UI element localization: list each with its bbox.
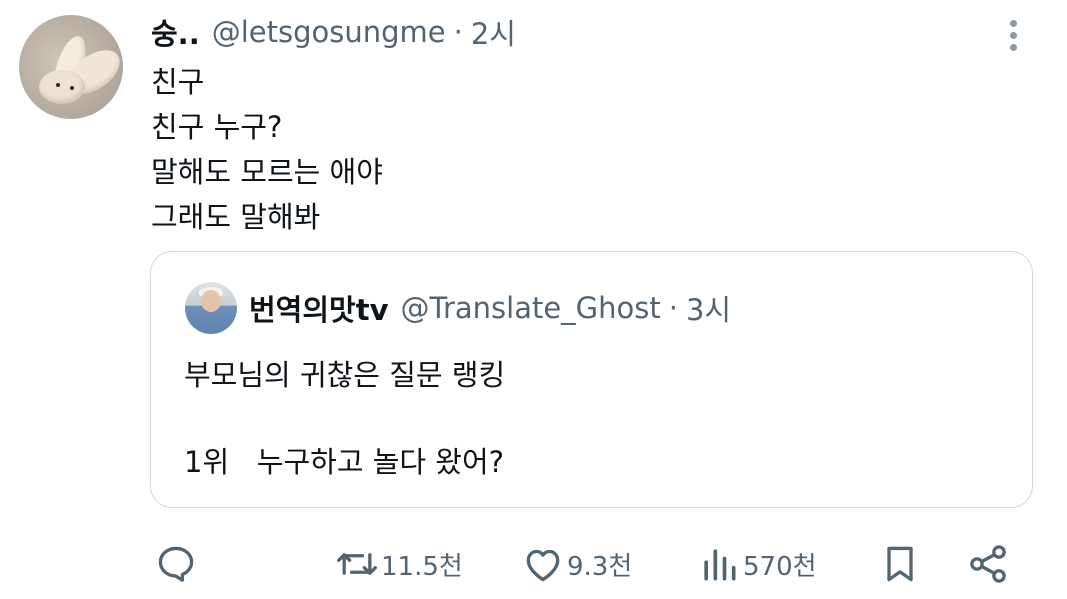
- retweet-count: 11.5천: [381, 551, 463, 582]
- retweet-button[interactable]: 11.5천: [335, 542, 463, 586]
- quoted-tweet[interactable]: 번역의맛tv @Translate_Ghost · 3시 부모님의 귀찮은 질문…: [150, 251, 1033, 508]
- reply-icon: [158, 546, 194, 582]
- quote-text-line: 부모님의 귀찮은 질문 랭킹: [184, 358, 506, 392]
- author-name[interactable]: 숭..: [151, 11, 200, 53]
- quote-header: 번역의맛tv @Translate_Ghost · 3시: [249, 288, 731, 328]
- separator-dot: ·: [668, 291, 678, 325]
- more-dot-icon: [1010, 20, 1017, 27]
- tweet-line: 친구 누구?: [151, 110, 283, 144]
- bookmark-button[interactable]: [878, 542, 922, 586]
- tweet-line: 말해도 모르는 애야: [151, 155, 383, 189]
- reply-button[interactable]: [154, 542, 198, 586]
- quote-text-line: 1위 누구하고 놀다 왔어?: [184, 445, 505, 479]
- views-button[interactable]: 570천: [697, 542, 817, 586]
- heart-icon: [526, 549, 560, 582]
- author-handle[interactable]: @letsgosungme: [212, 15, 446, 49]
- retweet-icon: [337, 553, 377, 575]
- avatar-eye: [70, 86, 74, 90]
- like-count: 9.3천: [567, 551, 633, 582]
- more-dot-icon: [1010, 32, 1017, 39]
- tweet-line: 친구: [151, 65, 205, 99]
- avatar-eye: [56, 83, 60, 87]
- share-icon: [970, 545, 1006, 583]
- more-dot-icon: [1010, 44, 1017, 51]
- tweet-body: 친구 친구 누구? 말해도 모르는 애야 그래도 말해봐: [151, 60, 383, 240]
- avatar-face: [201, 290, 221, 312]
- views-count: 570천: [743, 551, 817, 582]
- tweet-header: 숭.. @letsgosungme · 2시: [151, 12, 516, 52]
- separator-dot: ·: [453, 15, 463, 49]
- author-avatar[interactable]: [19, 15, 123, 119]
- views-icon: [704, 549, 736, 581]
- quote-author-avatar: [185, 282, 237, 334]
- share-button[interactable]: [966, 542, 1010, 586]
- quote-author-name: 번역의맛tv: [249, 293, 389, 327]
- quote-time: 3시: [685, 293, 732, 327]
- quote-author-handle: @Translate_Ghost: [400, 291, 661, 325]
- avatar-head: [39, 70, 85, 104]
- bookmark-icon: [887, 546, 913, 582]
- tweet-line: 그래도 말해봐: [151, 200, 321, 234]
- tweet-time[interactable]: 2시: [471, 11, 516, 53]
- more-options-button[interactable]: [1004, 18, 1024, 54]
- like-button[interactable]: 9.3천: [521, 542, 632, 586]
